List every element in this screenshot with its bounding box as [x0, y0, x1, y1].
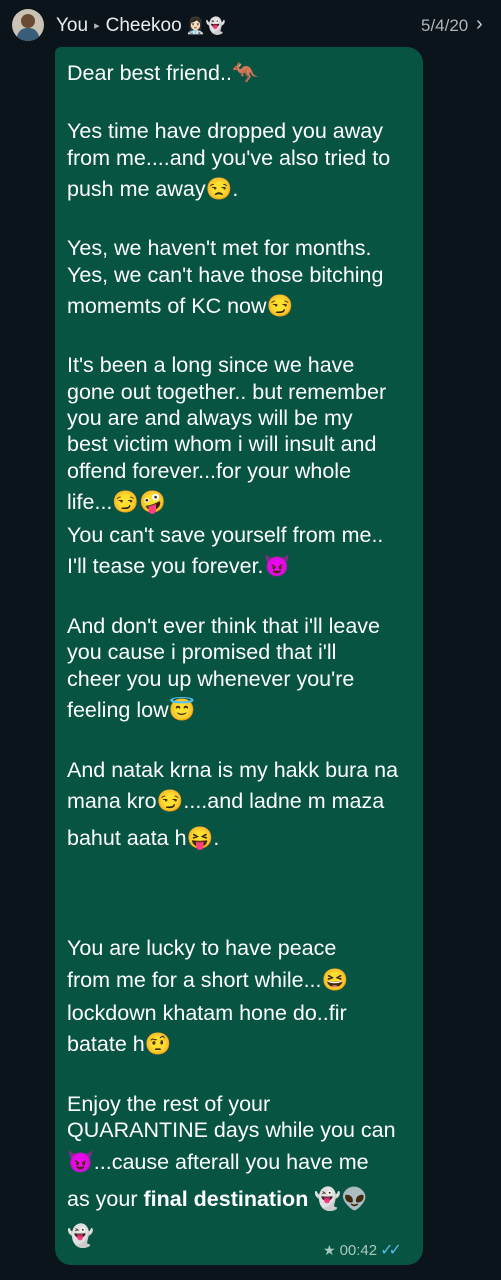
message-line: Enjoy the rest of your — [67, 1092, 271, 1116]
chat-header: You ▸ Cheekoo 👩🏻‍⚕️👻 5/4/20 › — [0, 0, 501, 48]
recipient-emoji: 👩🏻‍⚕️👻 — [185, 18, 226, 35]
message-line: And natak krna is my hakk bura na — [67, 758, 399, 782]
message-line: you are and always will be my — [67, 406, 353, 430]
chat-title[interactable]: You ▸ Cheekoo 👩🏻‍⚕️👻 — [56, 15, 226, 37]
final-line-emoji: 👻👽 — [308, 1187, 368, 1211]
avatar-body — [17, 28, 39, 41]
message-time: 00:42 — [339, 1242, 378, 1259]
recipient-name: Cheekoo — [105, 15, 182, 36]
avatar-face — [21, 14, 35, 28]
message-line: from me for a short while...😆 — [67, 968, 349, 992]
message-line: batate h🤨 — [67, 1032, 172, 1056]
message-line: gone out together.. but remember — [67, 380, 387, 404]
message-line: from me....and you've also tried to — [67, 146, 391, 170]
final-line-prefix: as your — [67, 1187, 144, 1211]
message-line: You are lucky to have peace — [67, 936, 337, 960]
message-date: 5/4/20 — [421, 16, 469, 35]
message-line: life...😏🤪 — [67, 490, 166, 514]
message-line: momemts of KC now😏 — [67, 294, 294, 318]
message-line: mana kro😏....and ladne m maza — [67, 789, 385, 813]
message-line: Yes, we can't have those bitching — [67, 263, 384, 287]
message-line: lockdown khatam hone do..fir — [67, 1001, 347, 1025]
chevron-right-icon[interactable]: › — [476, 13, 483, 36]
title-separator-icon: ▸ — [94, 20, 100, 32]
contact-avatar[interactable] — [12, 9, 44, 41]
message-line: QUARANTINE days while you can — [67, 1118, 396, 1142]
message-meta: ★ 00:42 ✓✓ — [323, 1240, 402, 1260]
star-icon: ★ — [323, 1242, 336, 1258]
message-line: I'll tease you forever.😈 — [67, 554, 291, 578]
message-line: It's been a long since we have — [67, 353, 355, 377]
message-line: bahut aata h😝. — [67, 826, 220, 850]
message-line: You can't save yourself from me.. — [67, 523, 384, 547]
message-line: 👻 — [67, 1224, 94, 1248]
message-line: And don't ever think that i'll leave — [67, 614, 380, 638]
double-check-icon: ✓✓ — [380, 1242, 402, 1259]
message-line: Yes, we haven't met for months. — [67, 236, 372, 260]
message-line: you cause i promised that i'll — [67, 640, 337, 664]
message-line: offend forever...for your whole — [67, 459, 352, 483]
message-line: Dear best friend..🦘 — [67, 61, 259, 85]
message-line: cheer you up whenever you're — [67, 667, 355, 691]
message-line: Yes time have dropped you away — [67, 119, 383, 143]
message-line: push me away😒. — [67, 177, 239, 201]
message-line: feeling low😇 — [67, 698, 196, 722]
message-line-final: as your final destination 👻👽 — [67, 1186, 368, 1212]
bold-phrase: final destination — [143, 1187, 309, 1211]
message-line: 😈...cause afterall you have me — [67, 1150, 369, 1174]
message-line: best victim whom i will insult and — [67, 432, 377, 456]
sender-name: You — [56, 15, 89, 36]
